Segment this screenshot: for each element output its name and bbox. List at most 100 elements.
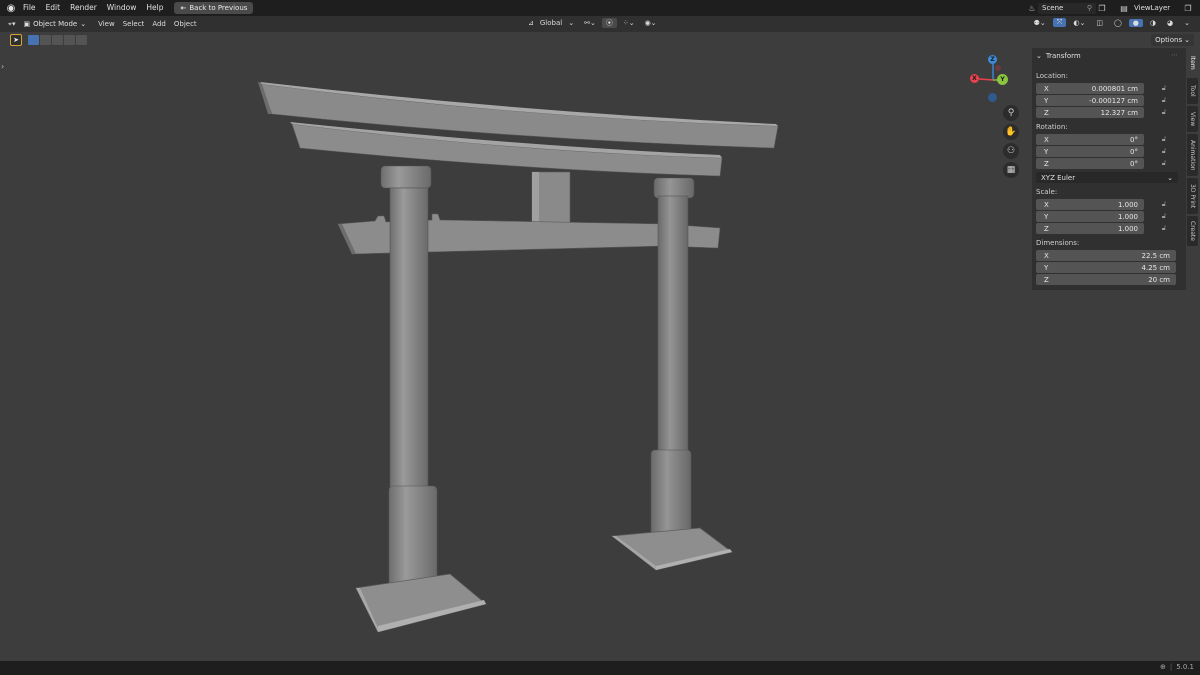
gizmo-y-axis[interactable]: Y [997, 74, 1008, 85]
visibility-icon[interactable]: ⚉⌄ [1030, 19, 1050, 27]
3d-viewport[interactable]: › Z Y X ⚲ ✋ ⚇ ▦ [0, 48, 1030, 661]
dimensions-y-field[interactable]: Y 4.25 cm [1036, 262, 1176, 273]
xray-icon[interactable]: ◫ [1092, 19, 1107, 27]
orthographic-grid-icon[interactable]: ▦ [1003, 162, 1019, 178]
zoom-icon[interactable]: ⚲ [1003, 105, 1019, 121]
lock-icon[interactable]: 🔓︎ [1160, 147, 1168, 155]
new-scene-icon[interactable]: ❐ [1096, 3, 1108, 14]
view-layer-icon[interactable]: ▤ [1118, 3, 1130, 14]
gizmo-neg-z-axis[interactable] [988, 93, 997, 102]
scene-name: Scene [1042, 4, 1064, 12]
lock-icon[interactable]: 🔓︎ [1160, 200, 1168, 208]
options-label: Options [1155, 36, 1183, 44]
view-layer-field[interactable]: ViewLayer [1130, 3, 1182, 14]
axis-label: Z [1044, 108, 1049, 117]
rotation-label: Rotation: [1036, 123, 1068, 131]
lock-icon[interactable]: 🔓︎ [1160, 224, 1168, 232]
tab-create[interactable]: Create [1187, 216, 1198, 246]
version-label: 5.0.1 [1176, 663, 1194, 671]
divider: | [1169, 663, 1173, 671]
tab-3d-print[interactable]: 3D Print [1187, 178, 1198, 214]
rotation-mode-value: XYZ Euler [1041, 173, 1076, 182]
overlay-icon[interactable]: ◐⌄ [1069, 19, 1089, 27]
tab-view[interactable]: View [1187, 106, 1198, 132]
scale-label: Scale: [1036, 188, 1058, 196]
tab-tool[interactable]: Tool [1187, 78, 1198, 104]
dimensions-z-field[interactable]: Z 20 cm [1036, 274, 1176, 285]
field-value: 0° [1130, 135, 1138, 144]
view-layer-name: ViewLayer [1134, 4, 1171, 12]
chevron-down-icon: ⌄ [1167, 173, 1173, 182]
shading-rendered-icon[interactable]: ◕ [1163, 19, 1177, 27]
axis-label: X [1044, 84, 1049, 93]
lock-icon[interactable]: 🔓︎ [1160, 135, 1168, 143]
sidebar-transform-panel: ⌄ Transform ⋯ Location: X 0.000801 cm Y -0… [1032, 48, 1186, 290]
shading-options-icon[interactable]: ⌄ [1180, 19, 1194, 27]
options-dropdown[interactable]: Options ⌄ [1151, 34, 1194, 46]
gizmo-neg-x-axis[interactable] [995, 65, 1001, 71]
chevron-down-icon: ⌄ [1184, 36, 1190, 44]
tab-animation[interactable]: Animation [1187, 134, 1198, 176]
shading-wireframe-icon[interactable]: ◯ [1110, 19, 1126, 27]
navigation-gizmo[interactable]: Z Y X [968, 54, 1018, 104]
pin-icon: ⚲ [1086, 4, 1092, 12]
drag-handle-icon[interactable]: ⋯ [1171, 51, 1178, 59]
shading-solid-icon[interactable]: ● [1128, 18, 1143, 27]
scene-field[interactable]: Scene ⚲ [1038, 2, 1096, 14]
field-value: 0.000801 cm [1091, 84, 1138, 93]
sidebar-tabs: Item Tool View Animation 3D Print Create [1187, 50, 1199, 248]
axis-label: Y [1044, 263, 1049, 272]
axis-label: Y [1044, 96, 1049, 105]
tab-label: Tool [1189, 85, 1196, 97]
lock-icon[interactable]: 🔓︎ [1160, 108, 1168, 116]
axis-label: Z [1044, 275, 1049, 284]
field-value: 1.000 [1117, 212, 1138, 221]
field-value: 12.327 cm [1100, 108, 1138, 117]
axis-label: X [1044, 200, 1049, 209]
scale-x-field[interactable]: X 1.000 [1036, 199, 1144, 210]
tab-label: 3D Print [1189, 183, 1196, 209]
field-value: 20 cm [1148, 275, 1170, 284]
axis-label: Y [1044, 212, 1049, 221]
shading-material-icon[interactable]: ◑ [1146, 19, 1160, 27]
camera-view-icon[interactable]: ⚇ [1003, 143, 1019, 159]
field-value: 0° [1130, 159, 1138, 168]
location-x-field[interactable]: X 0.000801 cm [1036, 83, 1144, 94]
dimensions-x-field[interactable]: X 22.5 cm [1036, 250, 1176, 261]
transform-header[interactable]: ⌄ Transform [1036, 52, 1081, 60]
tab-label: Item [1189, 56, 1196, 70]
pan-hand-icon[interactable]: ✋ [1003, 124, 1019, 140]
rotation-y-field[interactable]: Y 0° [1036, 146, 1144, 157]
location-y-field[interactable]: Y -0.000127 cm [1036, 95, 1144, 106]
rotation-mode-dropdown[interactable]: XYZ Euler ⌄ [1036, 172, 1178, 183]
gizmo-x-axis[interactable]: X [970, 74, 979, 83]
field-value: 1.000 [1117, 224, 1138, 233]
lock-icon[interactable]: 🔓︎ [1160, 84, 1168, 92]
dimensions-label: Dimensions: [1036, 239, 1080, 247]
field-value: 4.25 cm [1141, 263, 1170, 272]
field-value: -0.000127 cm [1089, 96, 1138, 105]
network-icon: ⊕ [1159, 663, 1166, 671]
field-value: 0° [1130, 147, 1138, 156]
gizmo-z-axis[interactable]: Z [988, 55, 997, 64]
axis-label: X [1044, 135, 1049, 144]
rotation-x-field[interactable]: X 0° [1036, 134, 1144, 145]
lock-icon[interactable]: 🔓︎ [1160, 212, 1168, 220]
gizmo-toggle-icon[interactable]: ⤧ [1052, 18, 1067, 27]
tab-label: Create [1189, 221, 1196, 241]
location-z-field[interactable]: Z 12.327 cm [1036, 107, 1144, 118]
field-value: 1.000 [1117, 200, 1138, 209]
torii-gate-model[interactable] [0, 0, 1030, 661]
scale-z-field[interactable]: Z 1.000 [1036, 223, 1144, 234]
new-view-layer-icon[interactable]: ❐ [1182, 3, 1194, 14]
lock-icon[interactable]: 🔓︎ [1160, 159, 1168, 167]
gizmo-z-label: Z [990, 56, 995, 63]
scale-y-field[interactable]: Y 1.000 [1036, 211, 1144, 222]
lock-icon[interactable]: 🔓︎ [1160, 96, 1168, 104]
rotation-z-field[interactable]: Z 0° [1036, 158, 1144, 169]
axis-label: Y [1044, 147, 1049, 156]
location-label: Location: [1036, 72, 1068, 80]
tab-item[interactable]: Item [1187, 50, 1198, 76]
chevron-down-icon: ⌄ [1036, 52, 1042, 60]
tab-label: Animation [1189, 139, 1196, 171]
